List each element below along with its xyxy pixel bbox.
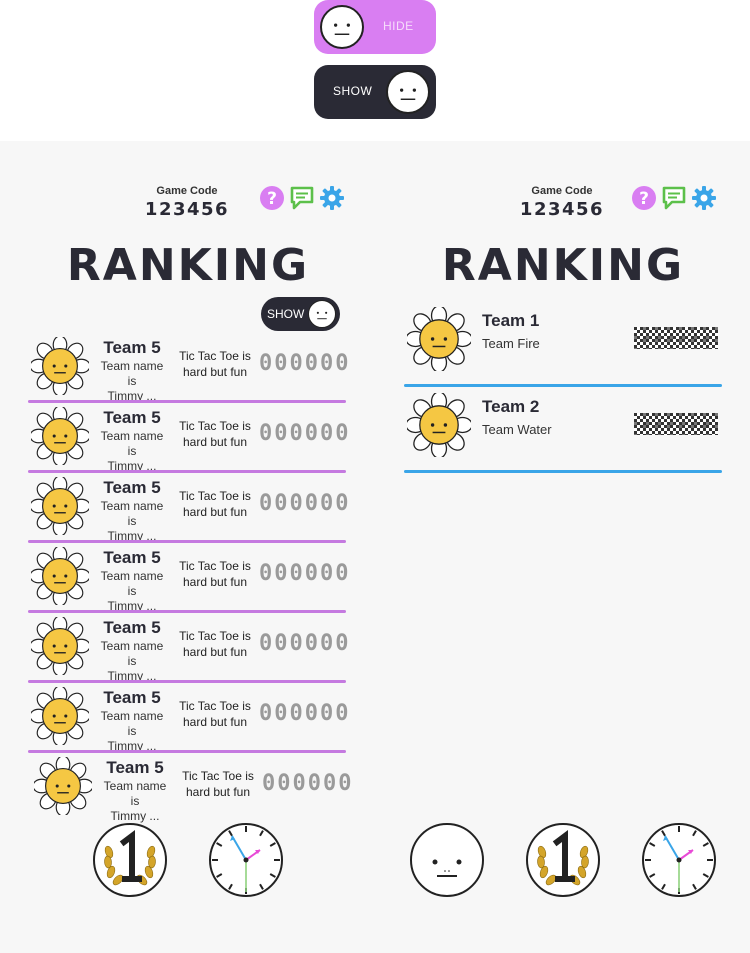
show-toggle[interactable]: SHOW [314, 65, 436, 119]
flower-avatar-icon [34, 757, 92, 815]
game-code-block: Game Code 123456 [512, 185, 612, 220]
team-name: Team 5 [103, 408, 161, 427]
team-name: Team 5 [103, 548, 161, 567]
ranking-row[interactable]: Team 5 Team name is Timmy ... Tic Tac Toe… [28, 473, 348, 543]
team-message: Tic Tac Toe is hard but fun [179, 419, 251, 449]
neutral-face-icon[interactable] [409, 822, 485, 898]
team-message: Tic Tac Toe is hard but fun [179, 349, 251, 379]
ranking-row[interactable]: Team 5 Team name is Timmy ... Tic Tac Toe… [28, 543, 348, 613]
team-description: Team name is Timmy ... [100, 709, 164, 753]
ranking-row[interactable]: Team 5 Team name is Timmy ... Tic Tac Toe… [28, 613, 348, 683]
team-name: Team 1 [482, 311, 540, 330]
header-icons [631, 185, 717, 211]
game-code-value: 123456 [144, 199, 230, 220]
chat-icon[interactable] [661, 185, 687, 211]
flower-avatar-icon [407, 393, 471, 457]
flower-avatar-icon [31, 407, 89, 465]
team-name: Team 5 [103, 688, 161, 707]
team-name: Team 5 [103, 338, 161, 357]
team-score: 000000 [259, 491, 351, 516]
flower-avatar-icon [31, 547, 89, 605]
team-subtitle: Team Water [482, 422, 552, 437]
team-score: 000000 [262, 771, 354, 796]
show-toggle-label: SHOW [333, 84, 373, 98]
show-ranking-toggle-label: SHOW [267, 307, 305, 321]
header-icons [259, 185, 345, 211]
team-name: Team 5 [103, 618, 161, 637]
qr-code-icon [634, 327, 718, 349]
help-icon[interactable] [259, 185, 285, 211]
row-divider [404, 470, 722, 473]
hide-toggle[interactable]: HIDE [314, 0, 436, 54]
settings-icon[interactable] [691, 185, 717, 211]
team-description: Team name is Timmy ... [100, 429, 164, 473]
flower-avatar-icon [31, 617, 89, 675]
neutral-face-icon [320, 5, 364, 49]
team-name: Team 2 [482, 397, 540, 416]
page-title: RANKING [441, 240, 685, 291]
team-description: Team name is Timmy ... [100, 639, 164, 683]
team-description: Team name is Timmy ... [100, 569, 164, 613]
team-score: 000000 [259, 421, 351, 446]
first-place-laurel-icon[interactable] [92, 822, 168, 898]
team-description: Team name is Timmy ... [103, 779, 167, 823]
page-title: RANKING [66, 240, 310, 291]
flower-avatar-icon [31, 477, 89, 535]
ranking-row[interactable]: Team 2 Team Water [404, 387, 722, 473]
team-subtitle: Team Fire [482, 336, 540, 351]
ranking-row[interactable]: Team 5 Team name is Timmy ... Tic Tac Toe… [28, 683, 348, 753]
settings-icon[interactable] [319, 185, 345, 211]
team-message: Tic Tac Toe is hard but fun [182, 769, 254, 799]
flower-avatar-icon [31, 337, 89, 395]
game-code-label: Game Code [531, 185, 593, 197]
team-description: Team name is Timmy ... [100, 499, 164, 543]
team-name: Team 5 [103, 478, 161, 497]
flower-avatar-icon [407, 307, 471, 371]
team-message: Tic Tac Toe is hard but fun [179, 699, 251, 729]
team-score: 000000 [259, 561, 351, 586]
clock-icon[interactable] [208, 822, 284, 898]
show-ranking-toggle[interactable]: SHOW [261, 297, 340, 331]
team-message: Tic Tac Toe is hard but fun [179, 559, 251, 589]
game-code-value: 123456 [519, 199, 605, 220]
first-place-laurel-icon[interactable] [525, 822, 601, 898]
flower-avatar-icon [31, 687, 89, 745]
neutral-face-icon [308, 300, 336, 328]
game-code-block: Game Code 123456 [137, 185, 237, 220]
qr-code-icon [634, 413, 718, 435]
clock-icon[interactable] [641, 822, 717, 898]
neutral-face-icon [386, 70, 430, 114]
team-score: 000000 [259, 351, 351, 376]
help-icon[interactable] [631, 185, 657, 211]
team-score: 000000 [259, 701, 351, 726]
ranking-row[interactable]: Team 5 Team name is Timmy ... Tic Tac Toe… [28, 333, 348, 403]
team-description: Team name is Timmy ... [100, 359, 164, 403]
team-score: 000000 [259, 631, 351, 656]
game-code-label: Game Code [156, 185, 218, 197]
ranking-row[interactable]: Team 5 Team name is Timmy ... Tic Tac Toe… [28, 403, 348, 473]
team-message: Tic Tac Toe is hard but fun [179, 489, 251, 519]
team-message: Tic Tac Toe is hard but fun [179, 629, 251, 659]
hide-toggle-label: HIDE [383, 19, 414, 33]
chat-icon[interactable] [289, 185, 315, 211]
ranking-row[interactable]: Team 1 Team Fire [404, 301, 722, 387]
team-name: Team 5 [106, 758, 164, 777]
ranking-row[interactable]: Team 5 Team name is Timmy ... Tic Tac Toe… [31, 753, 351, 823]
